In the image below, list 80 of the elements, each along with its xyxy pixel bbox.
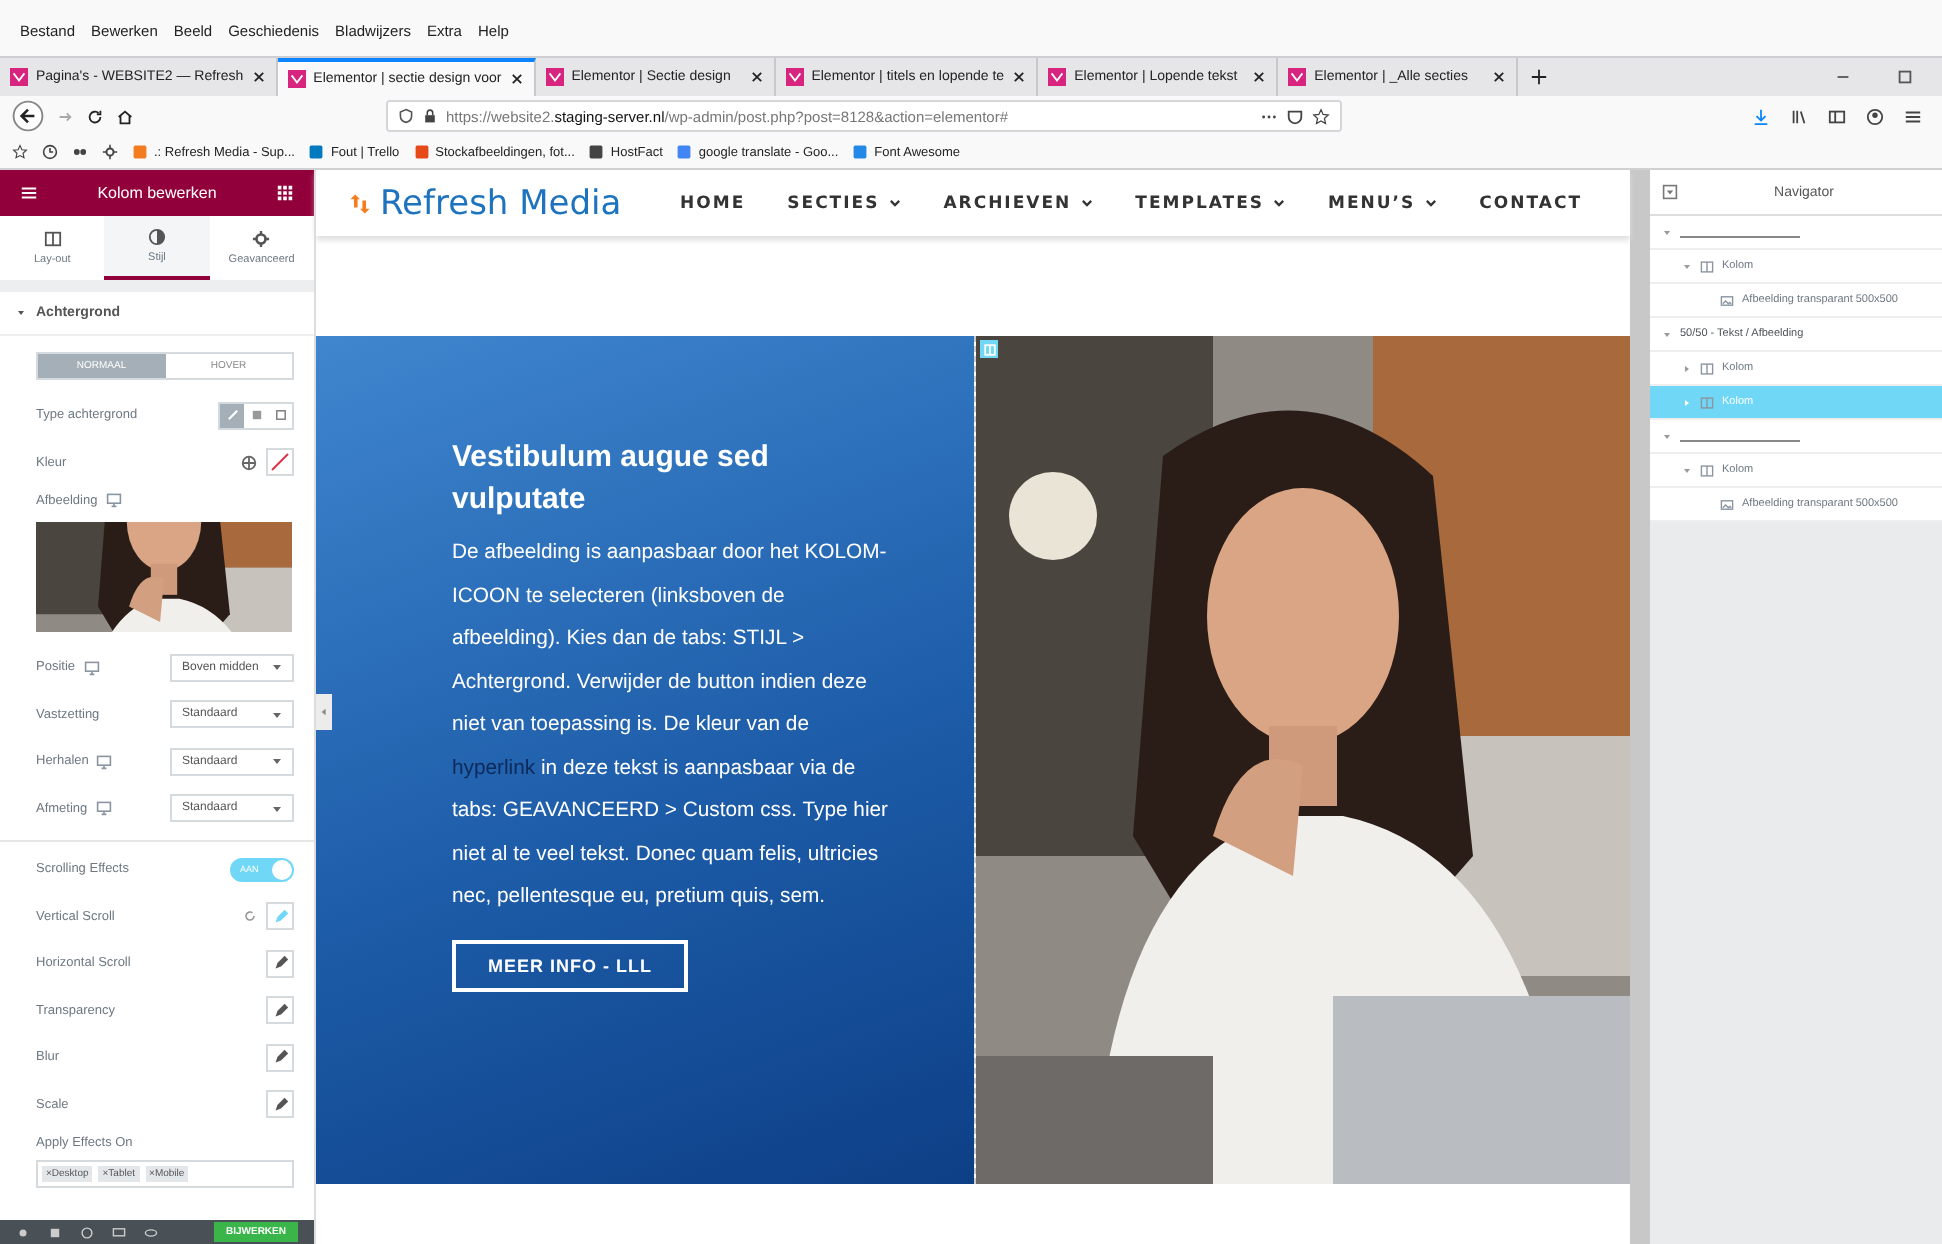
nav-link[interactable]: SECTIES — [787, 193, 902, 213]
nav-link[interactable]: ARCHIEVEN — [943, 193, 1094, 213]
close-icon[interactable] — [1012, 70, 1027, 84]
site-icon — [1048, 68, 1067, 86]
more-info-button[interactable]: MEER INFO - LLL — [452, 939, 688, 991]
site-icon — [545, 68, 564, 86]
close-icon[interactable] — [1492, 70, 1507, 84]
caret-down-icon — [272, 803, 282, 814]
collapse-handle[interactable] — [316, 694, 332, 730]
site-icon — [287, 70, 306, 88]
column-icon — [1700, 395, 1714, 409]
star-icon[interactable] — [1312, 107, 1330, 125]
close-icon[interactable] — [1252, 70, 1267, 84]
color-swatch[interactable] — [266, 448, 294, 477]
nav-link[interactable]: TEMPLATES — [1135, 193, 1287, 213]
pencil-icon[interactable] — [266, 1090, 294, 1119]
caret-down-icon — [272, 709, 282, 720]
chevron-down-icon — [1423, 196, 1438, 210]
pocket-icon[interactable] — [1286, 107, 1304, 125]
panel-title: Kolom bewerken — [97, 184, 217, 202]
nav-link[interactable]: CONTACT — [1479, 193, 1582, 213]
hero-text: De afbeelding is aanpasbaar door het KOLOM-ICOON te selecteren (linksboven de afbeelding). Kies dan de tabs: STIJL > Achtergrond. Verwijder de button indien deze niet van toepassing is. De kleur van de hyperlink in deze tekst is aanpasbaar via de tabs: GEAVANCEERD > Custom css. Type hier niet al te veel tekst. Donec quam felis, ultricies nec, pellentesque eu, pretium quis, sem. — [452, 540, 890, 912]
column-icon — [1700, 259, 1714, 273]
download-icon[interactable] — [1752, 107, 1770, 125]
chevron-down-icon — [1079, 196, 1094, 210]
site-icon — [785, 68, 804, 86]
pencil-icon[interactable] — [266, 996, 294, 1025]
nav-link[interactable]: HOME — [680, 193, 746, 213]
caret-down-icon — [272, 756, 282, 767]
collapse-all-icon[interactable] — [1662, 184, 1678, 200]
caret-down-icon — [1682, 261, 1692, 271]
close-icon[interactable] — [509, 72, 524, 86]
logo[interactable]: Refresh Media — [380, 183, 622, 223]
reset-icon[interactable] — [242, 908, 258, 925]
sidebar-icon[interactable] — [1828, 107, 1846, 125]
bookmark-icon — [588, 144, 605, 160]
bookmark-icon — [308, 144, 325, 160]
caret-down-icon — [16, 308, 26, 318]
caret-down-icon — [1682, 465, 1692, 475]
bookmark-icon — [676, 144, 693, 160]
bookmark-icon — [852, 144, 869, 160]
chevron-down-icon — [887, 196, 902, 210]
bookmark-icon — [413, 144, 430, 160]
contrast-icon — [147, 228, 166, 246]
library-icon[interactable] — [1790, 107, 1808, 125]
site-icon — [1288, 68, 1307, 86]
pencil-icon[interactable] — [266, 949, 294, 978]
nav-link[interactable]: MENU’S — [1328, 193, 1438, 213]
caret-down-icon — [1662, 329, 1672, 339]
site-icon — [10, 68, 28, 86]
caret-right-icon — [1682, 397, 1692, 407]
lock-icon[interactable] — [422, 108, 438, 124]
column-icon — [1700, 463, 1714, 477]
caret-down-icon — [1662, 431, 1672, 441]
column-handle-icon[interactable] — [980, 340, 998, 358]
caret-down-icon — [272, 662, 282, 673]
close-icon[interactable] — [749, 70, 764, 84]
bookmark-star-icon[interactable] — [12, 144, 28, 160]
mask-icon[interactable] — [72, 144, 88, 160]
reload-icon[interactable] — [86, 107, 104, 125]
home-icon[interactable] — [116, 107, 134, 125]
back-icon[interactable] — [12, 100, 44, 132]
caret-down-icon — [1662, 227, 1672, 237]
columns-icon — [43, 230, 62, 248]
pencil-icon[interactable] — [266, 1043, 294, 1072]
caret-right-icon — [1682, 363, 1692, 373]
menu-icon[interactable] — [1904, 107, 1922, 125]
hero-title: Vestibulum augue sed vulputate — [452, 438, 771, 520]
account-icon[interactable] — [1866, 107, 1884, 125]
globe-icon[interactable] — [240, 453, 258, 472]
plus-icon[interactable] — [1529, 68, 1548, 86]
bookmark-icon — [132, 144, 148, 160]
close-icon[interactable] — [251, 70, 266, 84]
image-icon — [1720, 497, 1734, 511]
maximize-icon[interactable] — [1896, 68, 1914, 86]
column-icon — [1700, 361, 1714, 375]
chevron-down-icon — [1272, 196, 1287, 210]
shield-icon[interactable] — [398, 108, 414, 124]
image-icon — [1720, 293, 1734, 307]
grid-icon[interactable] — [276, 184, 294, 202]
